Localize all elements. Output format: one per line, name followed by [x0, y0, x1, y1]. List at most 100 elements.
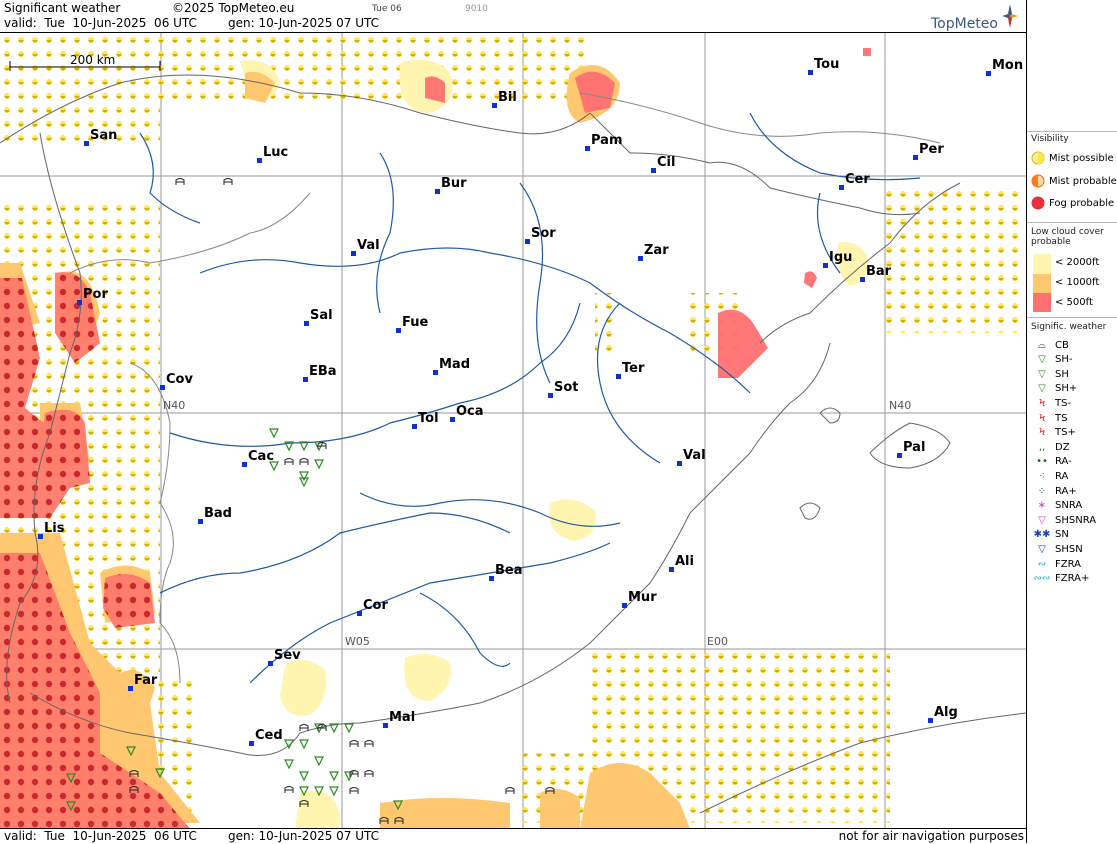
- cb-icon: ⌓: [1038, 339, 1046, 351]
- shower-icon: [284, 759, 294, 770]
- legend-panel: Visibility Mist possible Mist probable F…: [1026, 0, 1117, 843]
- city-marker: [242, 462, 247, 467]
- cb-icon: [299, 724, 309, 731]
- shower-icon: [329, 786, 339, 797]
- city-label: Pal: [903, 440, 925, 455]
- city-label: Por: [83, 287, 108, 302]
- city-marker: [38, 534, 43, 539]
- city-label: EBa: [309, 364, 337, 379]
- weather-map[interactable]: N40 N40 W05 E00 200 km San Luc Bil Pam Tou Mo…: [0, 32, 1026, 829]
- city-marker: [198, 519, 203, 524]
- city-marker: [860, 277, 865, 282]
- city-label: Fue: [402, 315, 428, 330]
- city-marker: [622, 603, 627, 608]
- shower-icon: [269, 428, 279, 439]
- grid-label-e00: E00: [707, 635, 728, 648]
- city-marker: [638, 256, 643, 261]
- compass-rose-icon: [1002, 4, 1018, 28]
- city-marker: [433, 370, 438, 375]
- cb-icon: [223, 178, 233, 185]
- city-label: Tol: [418, 411, 439, 426]
- city-marker: [823, 263, 828, 268]
- city-marker: [412, 424, 417, 429]
- city-marker: [351, 251, 356, 256]
- legend-label: DZ: [1055, 441, 1070, 453]
- footer-generation-time: gen: 10-Jun-2025 07 UTC: [228, 829, 380, 843]
- cb-icon: [284, 458, 294, 465]
- brand-name: TopMeteo: [931, 16, 998, 32]
- map-footer: valid: Tue 10-Jun-2025 06 UTC gen: 10-Ju…: [0, 828, 1026, 844]
- legend-label: CB: [1055, 339, 1069, 351]
- city-marker: [986, 71, 991, 76]
- city-label: Mur: [628, 590, 657, 605]
- city-marker: [897, 453, 902, 458]
- city-marker: [489, 576, 494, 581]
- generation-time: gen: 10-Jun-2025 07 UTC: [228, 16, 380, 30]
- shower-icon: [344, 771, 354, 782]
- cb-icon: [364, 740, 374, 747]
- legend-label: SNRA: [1055, 500, 1083, 512]
- legend-label: RA+: [1055, 485, 1077, 497]
- legend-sigwx-sn: ✱✱ SN: [1033, 527, 1069, 543]
- legend-lowcloud-1000: < 1000ft: [1055, 276, 1100, 288]
- legend-label: SN: [1055, 529, 1069, 541]
- city-label: Mon: [992, 58, 1023, 73]
- city-label: Sot: [554, 380, 579, 395]
- legend-label: SH-: [1055, 354, 1073, 366]
- drizzle-icon: ,,: [1038, 441, 1046, 453]
- shower-icon: [299, 739, 309, 750]
- rain-heavy-icon: ⁘: [1037, 485, 1047, 497]
- legend-sigwx-title: Signific. weather: [1031, 322, 1107, 332]
- rivers: [139, 112, 921, 684]
- legend-label: TS+: [1055, 427, 1076, 439]
- legend-sigwx-ts: Ϟ TS: [1033, 410, 1068, 426]
- city-label: Cil: [657, 155, 675, 170]
- city-markers: San Luc Bil Pam Tou Mon Cil Per Cer Bur Val Sor Zar I…: [38, 57, 1023, 746]
- snow-shower-icon: ▽: [1038, 543, 1046, 555]
- city-marker: [913, 155, 918, 160]
- city-marker: [383, 723, 388, 728]
- map-title: Significant weather: [4, 1, 121, 15]
- shower-icon: [299, 771, 309, 782]
- cb-icon: [349, 740, 359, 747]
- legend-mist-probable: Mist probable: [1031, 173, 1117, 189]
- legend-sigwx-snra: ∗ SNRA: [1033, 498, 1082, 514]
- legend-sigwx-ra: ⁖ RA: [1033, 468, 1068, 484]
- city-label: Igu: [829, 250, 852, 265]
- shower-icon: [314, 756, 324, 767]
- legend-sigwx-sh-: ▽ SH-: [1033, 352, 1072, 368]
- city-marker: [357, 611, 362, 616]
- city-label: Bur: [441, 176, 467, 191]
- fog-probable-icon: [1031, 196, 1045, 210]
- cb-icon: [364, 770, 374, 777]
- freezing-rain-icon: ∾: [1037, 558, 1047, 570]
- snow-rain-icon: ∗: [1037, 500, 1047, 512]
- rain-icon: ⁖: [1039, 470, 1045, 482]
- shower-icon: [314, 459, 324, 470]
- city-marker: [928, 718, 933, 723]
- cb-icon: [349, 787, 359, 794]
- brand-logo: TopMeteo: [908, 4, 1018, 32]
- city-label: Cov: [166, 372, 193, 387]
- rain-light-icon: ••: [1036, 456, 1048, 468]
- city-marker: [548, 393, 553, 398]
- legend-label: SHSN: [1055, 543, 1083, 555]
- legend-label: RA-: [1055, 456, 1072, 468]
- run-label: Tue 06: [372, 4, 402, 14]
- legend-label: FZRA: [1055, 558, 1081, 570]
- city-marker: [128, 686, 133, 691]
- map-canvas[interactable]: N40 N40 W05 E00 200 km San Luc Bil Pam Tou Mo…: [0, 33, 1026, 829]
- city-label: Cor: [363, 598, 388, 613]
- city-marker: [303, 377, 308, 382]
- legend-label: FZRA+: [1055, 573, 1090, 585]
- legend-sigwx-dz: ,, DZ: [1033, 439, 1070, 455]
- city-label: Ter: [622, 361, 645, 376]
- legend-label: SH+: [1055, 383, 1078, 395]
- legend-label: SH: [1055, 368, 1069, 380]
- mist-possible-areas: [0, 33, 1026, 823]
- legend-lowcloud-500: < 500ft: [1055, 296, 1093, 308]
- city-marker: [160, 385, 165, 390]
- shower-icon: [329, 771, 339, 782]
- city-marker: [492, 103, 497, 108]
- grid-label-n40-west: N40: [163, 399, 185, 412]
